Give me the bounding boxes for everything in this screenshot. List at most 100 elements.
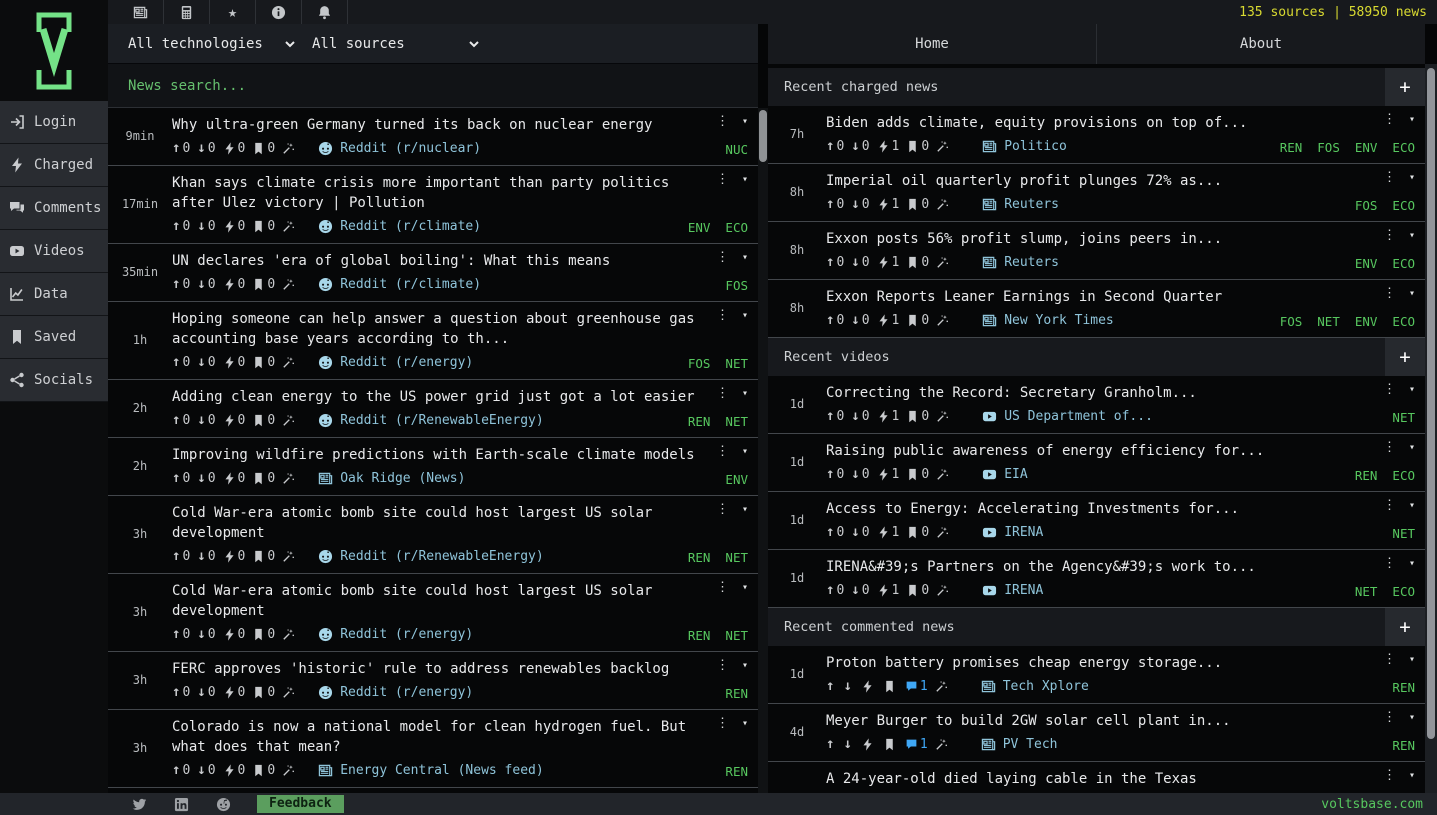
save-button[interactable] [883,680,898,693]
news-item[interactable]: 1h Hoping someone can help answer a ques… [108,302,758,380]
item-title[interactable]: Imperial oil quarterly profit plunges 72… [826,171,1386,191]
item-title[interactable]: Improving wildfire predictions with Eart… [172,445,704,465]
charge-button[interactable]: 1 [877,525,899,540]
downvote-button[interactable]: ↓ 0 [851,197,869,212]
chevron-down-icon[interactable]: ▾ [1409,442,1415,453]
item-title[interactable]: Why ultra-green Germany turned its back … [172,115,704,135]
chevron-down-icon[interactable]: ▾ [1409,654,1415,665]
save-button[interactable]: 0 [906,525,929,540]
downvote-button[interactable]: ↓ 0 [197,549,215,564]
kebab-menu-icon[interactable]: ⋮ [1383,711,1396,724]
feedback-button[interactable]: Feedback [257,795,344,813]
add-button[interactable]: + [1385,608,1425,646]
save-button[interactable]: 0 [906,197,929,212]
kebab-menu-icon[interactable]: ⋮ [1383,557,1396,570]
item-title[interactable]: Cold War-era atomic bomb site could host… [172,581,704,621]
news-item[interactable]: 3h Cold War-era atomic bomb site could h… [108,574,758,652]
news-item[interactable]: 1d Proton battery promises cheap energy … [768,646,1425,704]
charge-button[interactable]: 0 [223,549,245,564]
magic-wand-icon[interactable] [282,628,295,641]
kebab-menu-icon[interactable]: ⋮ [716,309,729,322]
charge-button[interactable]: 1 [877,197,899,212]
downvote-button[interactable]: ↓ 0 [197,355,215,370]
add-button[interactable]: + [1385,338,1425,376]
magic-wand-icon[interactable] [936,140,949,153]
source-link[interactable]: US Department of... [982,409,1153,424]
upvote-button[interactable]: ↑ 0 [172,685,190,700]
tag-fos[interactable]: FOS [725,278,748,293]
tag-env[interactable]: ENV [1355,140,1378,155]
tag-net[interactable]: NET [1392,526,1415,541]
chevron-down-icon[interactable]: ▾ [742,582,748,593]
chevron-down-icon[interactable]: ▾ [742,718,748,729]
tag-net[interactable]: NET [725,356,748,371]
item-title[interactable]: FERC approves 'historic' rule to address… [172,659,704,679]
source-link[interactable]: Reddit (r/energy) [318,355,473,370]
charge-button[interactable]: 0 [223,627,245,642]
news-item[interactable]: 17min Khan says climate crisis more impo… [108,166,758,244]
info-icon[interactable] [256,0,302,24]
chevron-down-icon[interactable]: ▾ [1409,172,1415,183]
downvote-button[interactable]: ↓ 0 [851,583,869,598]
sidebar-item-saved[interactable]: Saved [0,316,108,359]
magic-wand-icon[interactable] [282,764,295,777]
news-item[interactable]: 4d Meyer Burger to build 2GW solar cell … [768,704,1425,762]
charge-button[interactable]: 0 [223,471,245,486]
tag-ren[interactable]: REN [1392,680,1415,695]
site-link[interactable]: voltsbase.com [1321,797,1423,812]
tag-ren[interactable]: REN [1355,468,1378,483]
news-item[interactable]: 3h Cold War-era atomic bomb site could h… [108,496,758,574]
sidebar-item-socials[interactable]: Socials [0,359,108,402]
chevron-down-icon[interactable]: ▾ [742,252,748,263]
chevron-down-icon[interactable]: ▾ [742,504,748,515]
item-title[interactable]: Hoping someone can help answer a questio… [172,309,704,349]
save-button[interactable] [883,738,898,751]
tag-eco[interactable]: ECO [1392,584,1415,599]
downvote-button[interactable]: ↓ 0 [197,627,215,642]
chevron-down-icon[interactable]: ▾ [742,660,748,671]
tab-about[interactable]: About [1097,24,1425,64]
search-input[interactable] [108,76,728,95]
charge-button[interactable] [861,737,876,751]
save-button[interactable]: 0 [252,549,275,564]
upvote-button[interactable]: ↑ 0 [172,355,190,370]
tag-ren[interactable]: REN [725,686,748,701]
news-item[interactable]: 3h Colorado is now a national model for … [108,710,758,788]
kebab-menu-icon[interactable]: ⋮ [1383,499,1396,512]
kebab-menu-icon[interactable]: ⋮ [1383,229,1396,242]
upvote-button[interactable]: ↑ 0 [172,471,190,486]
chevron-down-icon[interactable]: ▾ [1409,288,1415,299]
magic-wand-icon[interactable] [282,686,295,699]
save-button[interactable]: 0 [252,763,275,778]
tag-net[interactable]: NET [725,550,748,565]
source-link[interactable]: Reddit (r/RenewableEnergy) [318,413,544,428]
save-button[interactable]: 0 [906,467,929,482]
chevron-down-icon[interactable]: ▾ [1409,770,1415,781]
save-button[interactable]: 0 [906,583,929,598]
charge-button[interactable]: 1 [877,139,899,154]
downvote-button[interactable]: ↓ 0 [851,525,869,540]
downvote-button[interactable]: ↓ [843,737,853,751]
kebab-menu-icon[interactable]: ⋮ [716,251,729,264]
charge-button[interactable]: 0 [223,763,245,778]
star-icon[interactable]: ★ [210,0,256,24]
item-title[interactable]: UN declares 'era of global boiling': Wha… [172,251,704,271]
charge-button[interactable]: 1 [877,467,899,482]
news-item[interactable]: 7h Biden adds climate, equity provisions… [768,106,1425,164]
downvote-button[interactable]: ↓ 0 [197,685,215,700]
upvote-button[interactable]: ↑ 0 [172,277,190,292]
magic-wand-icon[interactable] [936,410,949,423]
upvote-button[interactable]: ↑ 0 [826,467,844,482]
save-button[interactable]: 0 [252,141,275,156]
tag-net[interactable]: NET [1317,314,1340,329]
kebab-menu-icon[interactable]: ⋮ [716,387,729,400]
item-title[interactable]: Exxon posts 56% profit slump, joins peer… [826,229,1386,249]
item-title[interactable]: Colorado is now a national model for cle… [172,717,704,757]
charge-button[interactable]: 1 [877,255,899,270]
tag-eco[interactable]: ECO [1392,468,1415,483]
tab-home[interactable]: Home [768,24,1097,64]
tag-ren[interactable]: REN [688,550,711,565]
source-link[interactable]: Reddit (r/climate) [318,219,481,234]
tag-ren[interactable]: REN [688,414,711,429]
downvote-button[interactable]: ↓ 0 [851,139,869,154]
